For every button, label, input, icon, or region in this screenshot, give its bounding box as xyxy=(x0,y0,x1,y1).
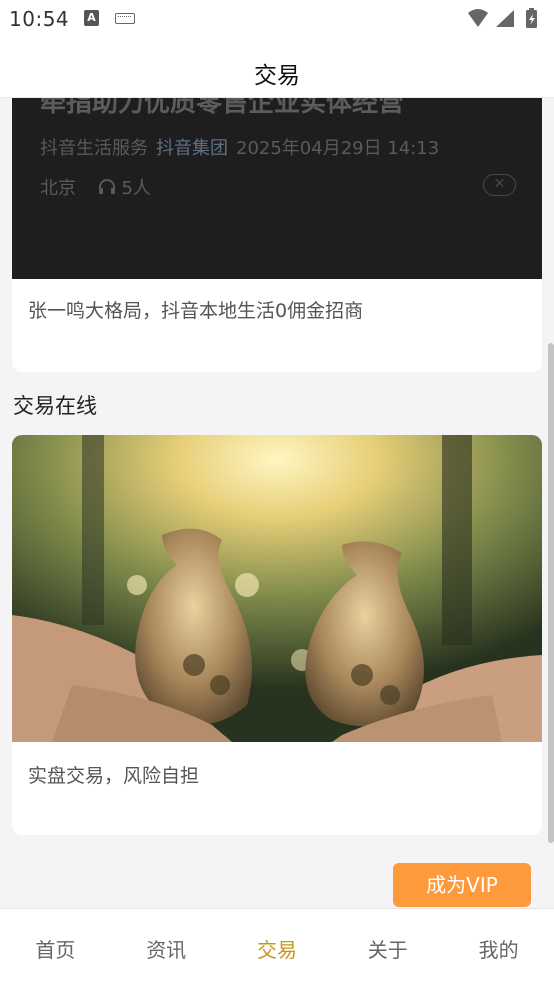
close-icon: ✕ xyxy=(483,174,516,196)
news-card[interactable]: 牵指助力优质零售企业实体经营 抖音生活服务 抖音集团 2025年04月29日 14:… xyxy=(12,98,542,372)
nav-item-news[interactable]: 资讯 xyxy=(111,909,222,984)
image-org: 抖音集团 xyxy=(156,138,228,159)
nav-item-home[interactable]: 首页 xyxy=(0,909,111,984)
bottom-nav: 首页 资讯 交易 关于 我的 xyxy=(0,908,554,984)
keyboard-icon xyxy=(115,13,135,24)
status-icons xyxy=(468,8,537,28)
image-meta-line: 抖音生活服务 抖音集团 2025年04月29日 14:13 xyxy=(40,134,439,160)
trade-card[interactable]: 实盘交易，风险自担 xyxy=(12,435,542,835)
status-time: 10:54 xyxy=(9,7,70,31)
page-title: 交易 xyxy=(254,63,300,89)
nav-item-mine[interactable]: 我的 xyxy=(443,909,554,984)
cell-signal-icon xyxy=(496,10,514,27)
status-bar: 10:54 A xyxy=(0,0,554,38)
page-header: 交易 xyxy=(0,38,554,98)
image-source: 抖音生活服务 xyxy=(40,138,148,159)
image-headline: 牵指助力优质零售企业实体经营 xyxy=(40,98,405,118)
nav-item-about[interactable]: 关于 xyxy=(332,909,443,984)
image-location: 北京 xyxy=(40,178,76,199)
listeners-count: 5人 xyxy=(98,178,151,199)
nav-item-trade[interactable]: 交易 xyxy=(222,909,333,984)
main-content[interactable]: 牵指助力优质零售企业实体经营 抖音生活服务 抖音集团 2025年04月29日 14:… xyxy=(0,98,554,908)
trade-card-caption: 实盘交易，风险自担 xyxy=(28,765,200,787)
battery-charging-icon xyxy=(526,8,537,28)
section-title-trade: 交易在线 xyxy=(13,394,97,418)
image-datetime: 2025年04月29日 14:13 xyxy=(236,138,440,159)
scrollbar[interactable] xyxy=(548,343,554,843)
news-card-image[interactable]: 牵指助力优质零售企业实体经营 抖音生活服务 抖音集团 2025年04月29日 14:… xyxy=(12,98,542,279)
image-meta-line-2: 北京 5人 xyxy=(40,174,151,200)
news-card-caption: 张一鸣大格局，抖音本地生活0佣金招商 xyxy=(28,300,364,322)
a-badge-icon: A xyxy=(84,10,99,26)
trade-card-image[interactable] xyxy=(12,435,542,742)
money-bags-illustration xyxy=(12,435,542,742)
listeners-text: 5人 xyxy=(121,178,151,199)
headphones-icon xyxy=(98,179,115,194)
become-vip-button[interactable]: 成为VIP xyxy=(393,863,531,907)
wifi-icon xyxy=(468,9,488,27)
